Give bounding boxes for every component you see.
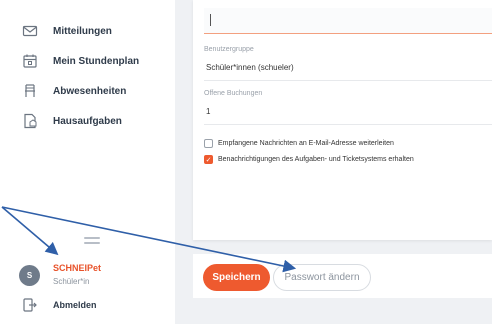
group-value: Schüler*innen (schueler): [206, 63, 294, 72]
change-password-button[interactable]: Passwort ändern: [273, 264, 371, 291]
sidebar-item-abwesenheiten[interactable]: Abwesenheiten: [0, 79, 175, 103]
text-input[interactable]: [204, 8, 492, 34]
sidebar-item-label: Hausaufgaben: [53, 115, 122, 127]
group-label: Benutzergruppe: [204, 46, 254, 53]
user-role: Schüler*in: [53, 277, 90, 286]
divider: [204, 80, 492, 81]
sidebar: Mitteilungen Mein Stundenplan Abwesenhei…: [0, 0, 175, 324]
logout-icon[interactable]: [22, 297, 38, 313]
calendar-icon: [22, 53, 38, 69]
bookings-label: Offene Buchungen: [204, 90, 263, 97]
checkbox-label: Empfangene Nachrichten an E-Mail-Adresse…: [218, 140, 394, 147]
sidebar-item-hausaufgaben[interactable]: Hausaufgaben: [0, 109, 175, 133]
forward-email-checkbox-row[interactable]: Empfangene Nachrichten an E-Mail-Adresse…: [204, 139, 394, 148]
sidebar-item-label: Mitteilungen: [53, 25, 112, 37]
form-actions: Speichern Passwort ändern: [193, 254, 492, 298]
forward-email-checkbox[interactable]: [204, 139, 213, 148]
ticket-notify-checkbox[interactable]: ✓: [204, 155, 213, 164]
sidebar-item-mitteilungen[interactable]: Mitteilungen: [0, 19, 175, 43]
bookings-value: 1: [206, 107, 211, 116]
checkbox-label: Benachrichtigungen des Aufgaben- und Tic…: [218, 156, 414, 163]
user-name[interactable]: SCHNEIPet: [53, 263, 101, 273]
homework-icon: [22, 113, 38, 129]
menu-toggle-icon[interactable]: [84, 237, 100, 246]
save-button[interactable]: Speichern: [203, 264, 270, 291]
ticket-notify-checkbox-row[interactable]: ✓ Benachrichtigungen des Aufgaben- und T…: [204, 155, 414, 164]
mail-icon: [22, 23, 38, 39]
divider: [204, 124, 492, 125]
sidebar-item-stundenplan[interactable]: Mein Stundenplan: [0, 49, 175, 73]
text-caret: [210, 14, 211, 26]
sidebar-item-label: Abwesenheiten: [53, 85, 127, 97]
sidebar-item-label: Mein Stundenplan: [53, 55, 140, 67]
chair-icon: [22, 83, 38, 99]
avatar[interactable]: S: [19, 265, 40, 286]
logout-link[interactable]: Abmelden: [53, 300, 97, 310]
profile-form-card: Benutzergruppe Schüler*innen (schueler) …: [193, 0, 492, 240]
